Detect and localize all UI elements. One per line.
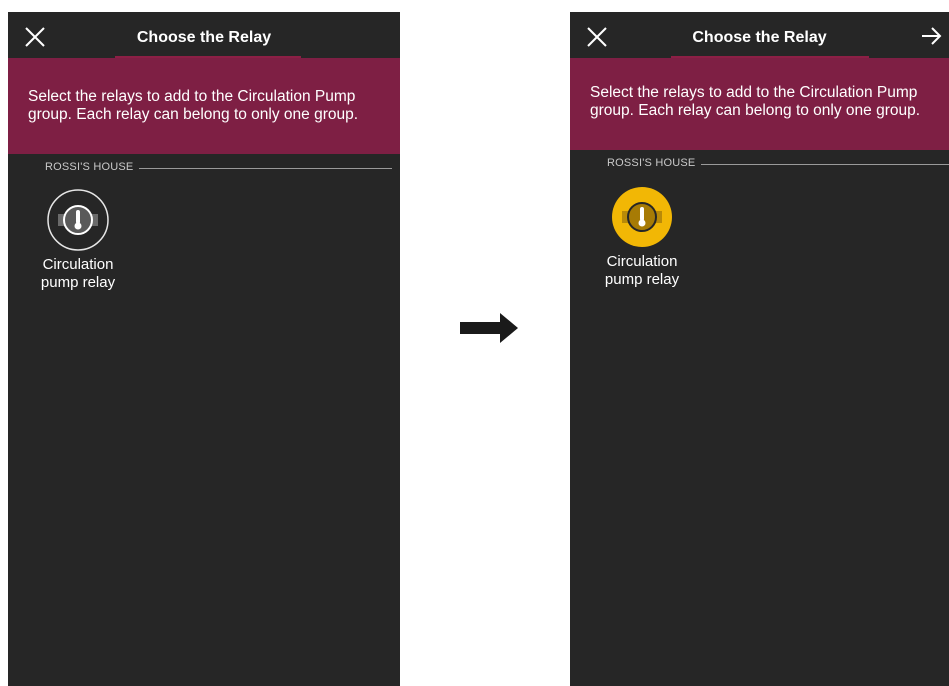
relay-name-line1: Circulation bbox=[42, 256, 114, 273]
instruction-text: Select the relays to add to the Circulat… bbox=[590, 84, 921, 119]
arrow-right-icon[interactable] bbox=[919, 24, 943, 48]
thermometer-relay-icon bbox=[612, 187, 672, 247]
house-section-header: ROSSI'S HOUSE bbox=[570, 157, 949, 173]
header-bar: Choose the Relay bbox=[570, 12, 949, 58]
relay-name-line1: Circulation bbox=[606, 253, 678, 270]
header-bar: Choose the Relay bbox=[8, 12, 400, 58]
instruction-text: Select the relays to add to the Circulat… bbox=[28, 88, 359, 123]
page-title: Choose the Relay bbox=[692, 29, 827, 46]
relay-item-circulation-pump[interactable]: Circulation pump relay bbox=[23, 188, 133, 292]
page-title: Choose the Relay bbox=[136, 29, 272, 46]
section-label: ROSSI'S HOUSE bbox=[607, 157, 702, 169]
screen-after: Choose the Relay Select the relays to ad… bbox=[570, 12, 949, 686]
screen-before: Choose the Relay Select the relays to ad… bbox=[8, 12, 400, 686]
instruction-banner: Select the relays to add to the Circulat… bbox=[8, 58, 400, 154]
relay-name-line2: pump relay bbox=[40, 274, 116, 291]
thermometer-relay-icon bbox=[47, 189, 109, 251]
house-section-header: ROSSI'S HOUSE bbox=[8, 161, 400, 177]
right-arrow-icon bbox=[460, 313, 518, 343]
section-label: ROSSI'S HOUSE bbox=[45, 161, 140, 173]
relay-name-line2: pump relay bbox=[604, 271, 680, 288]
instruction-banner: Select the relays to add to the Circulat… bbox=[570, 58, 949, 150]
relay-item-circulation-pump[interactable]: Circulation pump relay bbox=[587, 185, 697, 289]
